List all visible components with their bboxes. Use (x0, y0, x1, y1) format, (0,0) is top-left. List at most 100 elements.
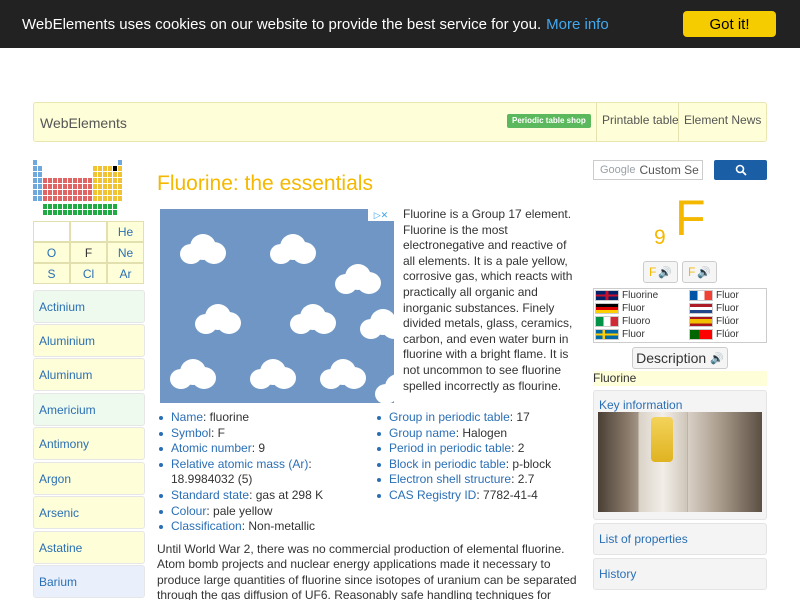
periodic-table-cell[interactable] (73, 210, 77, 215)
history-panel[interactable]: History (593, 558, 767, 590)
element-list-item[interactable]: Actinium (33, 290, 145, 323)
periodic-table-cell[interactable] (78, 178, 82, 183)
periodic-table-cell[interactable] (68, 210, 72, 215)
periodic-table-cell[interactable] (98, 184, 102, 189)
periodic-table-cell[interactable] (58, 210, 62, 215)
periodic-table-cell[interactable] (108, 172, 112, 177)
periodic-table-cell[interactable] (88, 196, 92, 201)
property-link[interactable]: Group name (389, 426, 456, 440)
search-input[interactable]: Google Custom Se (593, 160, 703, 180)
periodic-table-cell[interactable] (38, 166, 42, 171)
periodic-table-cell[interactable] (98, 178, 102, 183)
periodic-table-cell[interactable] (53, 178, 57, 183)
periodic-table-cell[interactable] (118, 172, 122, 177)
periodic-table-cell[interactable] (118, 166, 122, 171)
periodic-table-cell[interactable] (63, 204, 67, 209)
periodic-table-cell[interactable] (48, 184, 52, 189)
periodic-table-cell[interactable] (38, 172, 42, 177)
printable-table-link[interactable]: Printable table (602, 113, 679, 127)
periodic-table-cell[interactable] (83, 210, 87, 215)
periodic-table-cell[interactable] (108, 210, 112, 215)
element-list-item[interactable]: Barium (33, 565, 145, 598)
periodic-table-cell[interactable] (43, 190, 47, 195)
periodic-table-cell[interactable] (93, 190, 97, 195)
periodic-table-cell[interactable] (103, 210, 107, 215)
periodic-table-cell[interactable] (48, 204, 52, 209)
periodic-table-cell[interactable] (113, 196, 117, 201)
periodic-table-cell[interactable] (38, 178, 42, 183)
periodic-table-cell[interactable] (33, 178, 37, 183)
periodic-table-cell[interactable] (63, 210, 67, 215)
periodic-table-cell[interactable] (103, 172, 107, 177)
periodic-table-cell[interactable] (58, 184, 62, 189)
periodic-table-cell[interactable] (53, 210, 57, 215)
periodic-table-cell[interactable] (73, 184, 77, 189)
element-list-item[interactable]: Antimony (33, 427, 145, 460)
periodic-table-cell[interactable] (33, 196, 37, 201)
property-link[interactable]: Group in periodic table (389, 410, 510, 424)
element-list-item[interactable]: Americium (33, 393, 145, 426)
history-link[interactable]: History (599, 567, 636, 581)
periodic-table-cell[interactable] (68, 184, 72, 189)
periodic-table-cell[interactable] (58, 196, 62, 201)
property-link[interactable]: Relative atomic mass (Ar) (171, 457, 308, 471)
periodic-table-cell[interactable] (78, 184, 82, 189)
property-link[interactable]: Symbol (171, 426, 211, 440)
periodic-table-cell[interactable] (113, 172, 117, 177)
periodic-table-cell[interactable] (93, 166, 97, 171)
pronounce-uk-button[interactable]: F 🔊 (643, 261, 678, 283)
description-audio-button[interactable]: Description 🔊 (632, 347, 728, 369)
pronounce-us-button[interactable]: F 🔊 (682, 261, 717, 283)
periodic-table-cell[interactable] (33, 190, 37, 195)
periodic-table-cell[interactable] (38, 196, 42, 201)
brand-link[interactable]: WebElements (40, 115, 127, 131)
periodic-table-cell[interactable] (103, 178, 107, 183)
periodic-table-cell[interactable] (53, 196, 57, 201)
periodic-table-cell[interactable] (63, 196, 67, 201)
property-link[interactable]: Name (171, 410, 203, 424)
periodic-table-cell[interactable] (98, 204, 102, 209)
periodic-table-cell[interactable] (103, 184, 107, 189)
periodic-table-cell[interactable] (73, 196, 77, 201)
periodic-table-cell[interactable] (113, 190, 117, 195)
periodic-table-cell[interactable] (118, 196, 122, 201)
periodic-table-cell[interactable] (88, 204, 92, 209)
periodic-table-cell[interactable] (63, 178, 67, 183)
search-button[interactable] (714, 160, 767, 180)
periodic-table-cell[interactable] (113, 210, 117, 215)
periodic-table-cell[interactable] (68, 178, 72, 183)
mini-periodic-table[interactable] (33, 160, 133, 218)
element-list-item[interactable]: Argon (33, 462, 145, 495)
periodic-table-cell[interactable] (83, 196, 87, 201)
periodic-table-cell[interactable] (98, 166, 102, 171)
periodic-table-cell[interactable] (88, 184, 92, 189)
nav-cell-ne[interactable]: Ne (107, 242, 144, 263)
periodic-table-cell[interactable] (68, 190, 72, 195)
periodic-table-cell[interactable] (48, 196, 52, 201)
periodic-table-cell[interactable] (48, 190, 52, 195)
periodic-table-cell[interactable] (103, 166, 107, 171)
periodic-table-cell[interactable] (73, 190, 77, 195)
periodic-table-cell[interactable] (33, 166, 37, 171)
periodic-table-cell[interactable] (103, 196, 107, 201)
periodic-table-cell[interactable] (68, 196, 72, 201)
periodic-table-cell[interactable] (83, 190, 87, 195)
periodic-table-cell[interactable] (38, 184, 42, 189)
periodic-table-cell[interactable] (108, 204, 112, 209)
property-link[interactable]: Standard state (171, 488, 249, 502)
periodic-table-cell[interactable] (88, 190, 92, 195)
periodic-table-cell[interactable] (108, 178, 112, 183)
periodic-table-cell[interactable] (83, 184, 87, 189)
element-list-item[interactable]: Aluminium (33, 324, 145, 357)
periodic-table-cell[interactable] (118, 190, 122, 195)
periodic-table-cell[interactable] (33, 160, 37, 165)
periodic-table-cell[interactable] (43, 204, 47, 209)
property-link[interactable]: Period in periodic table (389, 441, 511, 455)
property-link[interactable]: Block in periodic table (389, 457, 506, 471)
element-list-item[interactable]: Arsenic (33, 496, 145, 529)
property-link[interactable]: CAS Registry ID (389, 488, 476, 502)
periodic-table-cell[interactable] (78, 210, 82, 215)
periodic-table-cell[interactable] (48, 178, 52, 183)
periodic-table-cell[interactable] (93, 172, 97, 177)
periodic-table-cell[interactable] (68, 204, 72, 209)
